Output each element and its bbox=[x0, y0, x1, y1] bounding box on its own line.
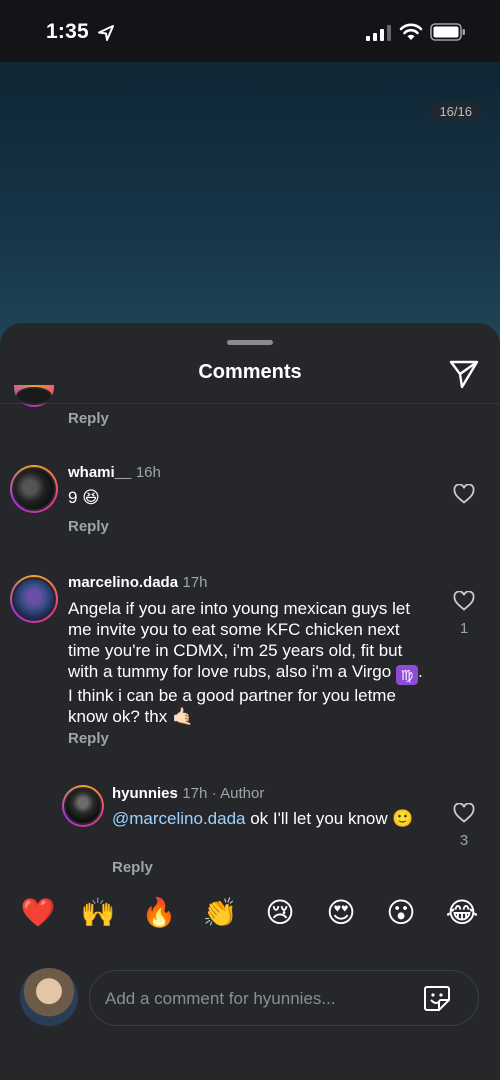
avatar[interactable] bbox=[62, 785, 104, 827]
reaction-crying[interactable]: 😢 bbox=[260, 893, 300, 933]
comment-text-part: ok I'll let you know 🙂 bbox=[245, 809, 414, 828]
comment-hyunnies: hyunnies 17h · Author @marcelino.dada ok… bbox=[0, 784, 500, 884]
comment-input-placeholder: Add a comment for hyunnies... bbox=[105, 989, 336, 1008]
avatar[interactable] bbox=[10, 575, 58, 623]
avatar[interactable] bbox=[10, 465, 58, 513]
comment-text: @marcelino.dada ok I'll let you know 🙂 bbox=[112, 808, 432, 829]
reply-button[interactable]: Reply bbox=[68, 730, 109, 747]
mention-link[interactable]: @marcelino.dada bbox=[112, 809, 246, 828]
comment-time: 17h bbox=[182, 574, 208, 591]
comment-text-part: Angela if you are into young mexican guy… bbox=[68, 599, 411, 681]
like-heart-icon[interactable] bbox=[453, 803, 475, 823]
reply-button[interactable]: Reply bbox=[112, 859, 153, 876]
cellular-signal-icon bbox=[366, 25, 391, 41]
story-counter: 16/16 bbox=[429, 102, 482, 121]
comment-whami: whami__ 16h 9 😆 Reply bbox=[0, 463, 500, 543]
reaction-surprised[interactable]: 😮 bbox=[381, 893, 421, 933]
reaction-fire[interactable]: 🔥 bbox=[139, 893, 179, 933]
comment-text: 9 😆 bbox=[68, 488, 100, 507]
location-arrow-icon bbox=[98, 25, 114, 41]
author-label: · Author bbox=[211, 785, 265, 802]
comment-username[interactable]: whami__ bbox=[68, 464, 131, 481]
wifi-icon bbox=[399, 23, 423, 40]
like-count[interactable]: 1 bbox=[453, 620, 475, 637]
reaction-raised-hands[interactable]: 🙌 bbox=[78, 893, 118, 933]
reaction-laughing[interactable]: 😂 bbox=[442, 893, 482, 933]
comment-text: Angela if you are into young mexican guy… bbox=[68, 598, 428, 727]
sticker-icon[interactable] bbox=[422, 983, 452, 1013]
avatar[interactable] bbox=[14, 385, 54, 407]
comment-time: 16h bbox=[135, 464, 161, 481]
comment-time: 17h bbox=[182, 785, 208, 802]
comments-sheet: Comments Reply whami__ 16h 9 😆 Reply mar… bbox=[0, 323, 500, 1080]
current-user-avatar bbox=[20, 968, 78, 1026]
reply-button[interactable]: Reply bbox=[68, 518, 109, 535]
comment-marcelino: marcelino.dada 17h Angela if you are int… bbox=[0, 573, 500, 753]
comment-username[interactable]: hyunnies bbox=[112, 785, 178, 802]
battery-icon bbox=[430, 23, 465, 41]
sheet-title: Comments bbox=[198, 361, 302, 383]
reaction-heart[interactable]: ❤️ bbox=[18, 893, 58, 933]
like-heart-icon[interactable] bbox=[453, 484, 475, 504]
reaction-clap[interactable]: 👏 bbox=[200, 893, 240, 933]
quick-reactions-row: ❤️ 🙌 🔥 👏 😢 😍 😮 😂 bbox=[0, 893, 500, 937]
virgo-emoji: ♍ bbox=[395, 665, 418, 685]
reply-button[interactable]: Reply bbox=[68, 410, 109, 427]
like-count[interactable]: 3 bbox=[453, 832, 475, 849]
sheet-grabber[interactable] bbox=[227, 340, 273, 345]
status-bar: 1:35 bbox=[0, 0, 500, 62]
like-heart-icon[interactable] bbox=[453, 591, 475, 611]
status-time: 1:35 bbox=[46, 20, 89, 43]
comment-username[interactable]: marcelino.dada bbox=[68, 574, 178, 591]
reaction-heart-eyes[interactable]: 😍 bbox=[321, 893, 361, 933]
story-background: 16/16 bbox=[0, 62, 500, 362]
comment-partial: Reply bbox=[0, 385, 500, 435]
comment-input[interactable]: Add a comment for hyunnies... bbox=[89, 970, 479, 1026]
